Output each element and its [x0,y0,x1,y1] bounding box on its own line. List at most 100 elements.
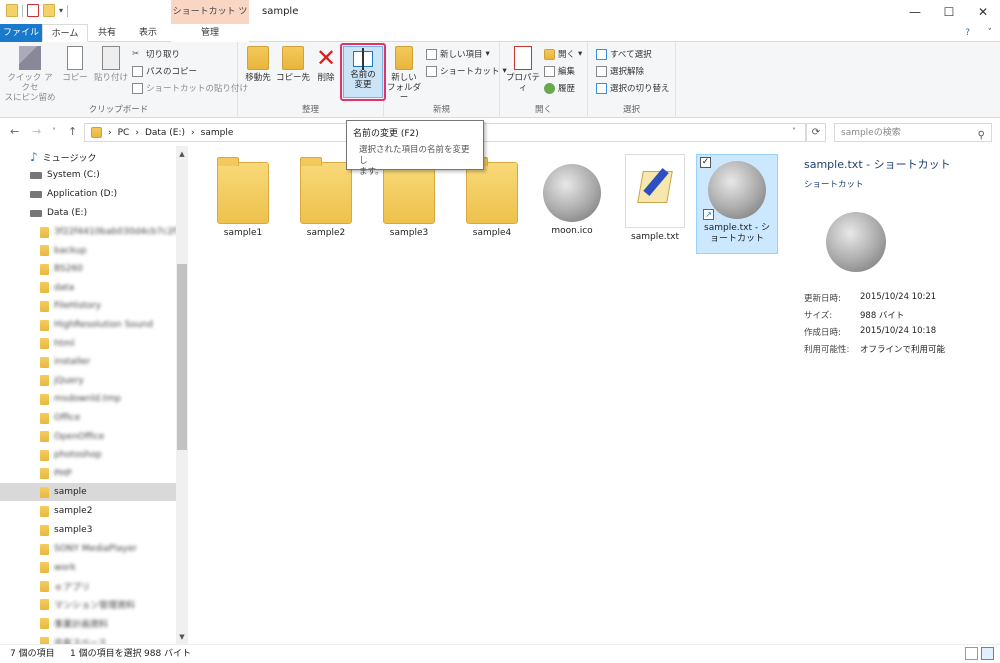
nav-item-folder[interactable]: ｅアプリ [0,577,176,595]
created-value: 2015/10/24 10:18 [860,326,937,336]
back-arrow-icon[interactable]: ← [10,125,19,138]
breadcrumb-drive[interactable]: Data (E:) [145,128,185,138]
item-count: 7 個の項目 [10,649,55,659]
new-item-button[interactable]: 新しい項目 ▾ [426,48,490,60]
nav-item-folder[interactable]: OpenOffice [0,428,176,446]
rename-tooltip: 名前の変更 (F2) 選択された項目の名前を変更し ます。 [346,120,484,177]
nav-item-folder[interactable]: installer [0,353,176,371]
nav-item-folder[interactable]: data [0,279,176,297]
forward-arrow-icon[interactable]: → [32,125,41,138]
nav-item-sample2[interactable]: sample2 [0,502,176,520]
nav-item-folder[interactable]: photoshop [0,446,176,464]
drive-icon [30,209,42,217]
address-dropdown-icon[interactable]: ˅ [792,127,796,136]
checkbox-checked-icon[interactable]: ✓ [700,157,711,168]
nav-item-folder[interactable]: 3f22f4410bab030d4cb7c2f36 [0,223,188,241]
nav-item-folder[interactable]: BS260 [0,260,176,278]
file-tile[interactable]: moon.ico [531,154,613,254]
new-folder-icon[interactable] [43,4,55,17]
up-arrow-icon[interactable]: ↑ [68,125,77,138]
nav-item-folder[interactable]: msdownld.tmp [0,390,176,408]
nav-item-folder[interactable]: FileHistory [0,297,176,315]
properties-button[interactable]: プロパティ [504,46,542,93]
chevron-down-icon: ▾ [485,49,490,59]
select-none-icon [596,65,607,77]
paste-button[interactable]: 貼り付け [94,46,128,83]
window-title: sample [262,6,299,17]
copy-button[interactable]: コピー [60,46,90,83]
ribbon-collapse-icon[interactable]: ˅ [988,28,993,38]
scroll-down-icon[interactable]: ▼ [176,633,188,641]
chevron-right-icon: › [135,127,139,138]
history-button[interactable]: 履歴 [544,82,575,94]
nav-item-folder[interactable]: 事業計画資料 [0,614,176,632]
nav-item-folder[interactable]: jQuery [0,372,176,390]
text-file-icon [625,154,685,228]
tab-manage[interactable]: 管理 [171,24,249,42]
easy-access-button[interactable]: ショートカット ▾ [426,65,507,77]
new-folder-button[interactable]: 新しい フォルダー [386,46,422,103]
details-view-icon[interactable] [965,647,978,660]
minimize-button[interactable]: — [898,0,932,24]
breadcrumb-folder[interactable]: sample [201,128,234,138]
select-all-button[interactable]: すべて選択 [596,48,652,60]
scroll-up-icon[interactable]: ▲ [176,150,188,158]
chevron-down-icon[interactable]: ▾ [59,6,63,15]
file-tile[interactable]: sample1 [202,154,284,254]
copy-to-button[interactable]: コピー先 [276,46,310,83]
group-label: 開く [534,105,552,115]
nav-item-folder[interactable]: PHP [0,465,176,483]
nav-item-folder[interactable]: マンション管理資料 [0,596,176,614]
select-none-button[interactable]: 選択解除 [596,65,644,77]
copy-path-button[interactable]: パスのコピー [132,65,197,77]
nav-item-folder[interactable]: Office [0,409,176,427]
tab-view[interactable]: 表示 [128,24,168,42]
cut-button[interactable]: ✂ 切り取り [132,48,180,61]
large-icons-view-icon[interactable] [981,647,994,660]
invert-selection-button[interactable]: 選択の切り替え [596,82,670,94]
folder-icon [40,226,49,238]
nav-item-system-c[interactable]: System (C:) [0,166,176,184]
rename-highlight-box [340,43,386,101]
folder-icon [40,468,49,480]
separator [67,4,69,17]
maximize-button[interactable]: ☐ [932,0,966,24]
delete-button[interactable]: ✕ 削除 [314,46,338,83]
new-item-icon [426,48,437,60]
nav-item-music[interactable]: ♪ ミュージック [0,148,176,166]
search-input[interactable]: sampleの検索 ⚲ [834,123,992,142]
move-to-button[interactable]: 移動先 [242,46,274,83]
help-icon[interactable]: ? [965,28,970,38]
nav-item-folder[interactable]: work [0,559,176,577]
nav-item-folder[interactable]: 共有スペース [0,633,176,644]
nav-item-application-d[interactable]: Application (D:) [0,185,176,203]
file-tile-selected[interactable]: ✓ ↗ sample.txt - ショートカット [696,154,778,254]
folder-icon [300,157,352,224]
drive-icon [30,190,42,198]
nav-item-sample[interactable]: sample [0,483,176,501]
properties-check-icon[interactable] [27,4,39,17]
refresh-button[interactable]: ⟳ [806,123,826,142]
delete-x-icon: ✕ [315,44,337,72]
paste-shortcut-button[interactable]: ショートカットの貼り付け [132,82,248,94]
nav-item-sample3[interactable]: sample3 [0,521,176,539]
tab-share[interactable]: 共有 [90,24,124,42]
nav-item-folder[interactable]: SONY MediaPlayer [0,540,176,558]
details-pane: sample.txt - ショートカット ショートカット 更新日時: 2015/1… [790,146,1000,644]
edit-button[interactable]: 編集 [544,65,575,77]
tab-file[interactable]: ファイル [0,24,42,42]
open-button[interactable]: 開く ▾ [544,48,582,60]
close-button[interactable]: ✕ [966,0,1000,24]
pin-quick-access-button[interactable]: クイック アクセ スにピン留め [4,46,56,103]
nav-item-data-e[interactable]: Data (E:) [0,204,176,222]
folder-icon [40,449,49,461]
file-tile[interactable]: sample.txt [614,154,696,254]
nav-item-folder[interactable]: HighResolution Sound [0,316,176,334]
folder-icon [40,599,49,611]
tab-home[interactable]: ホーム [42,24,88,42]
nav-item-folder[interactable]: backup [0,242,176,260]
nav-scrollbar-thumb[interactable] [177,264,187,450]
nav-item-folder[interactable]: html [0,335,176,353]
breadcrumb-pc[interactable]: PC [118,128,130,138]
recent-chevron-icon[interactable]: ˅ [52,127,56,136]
